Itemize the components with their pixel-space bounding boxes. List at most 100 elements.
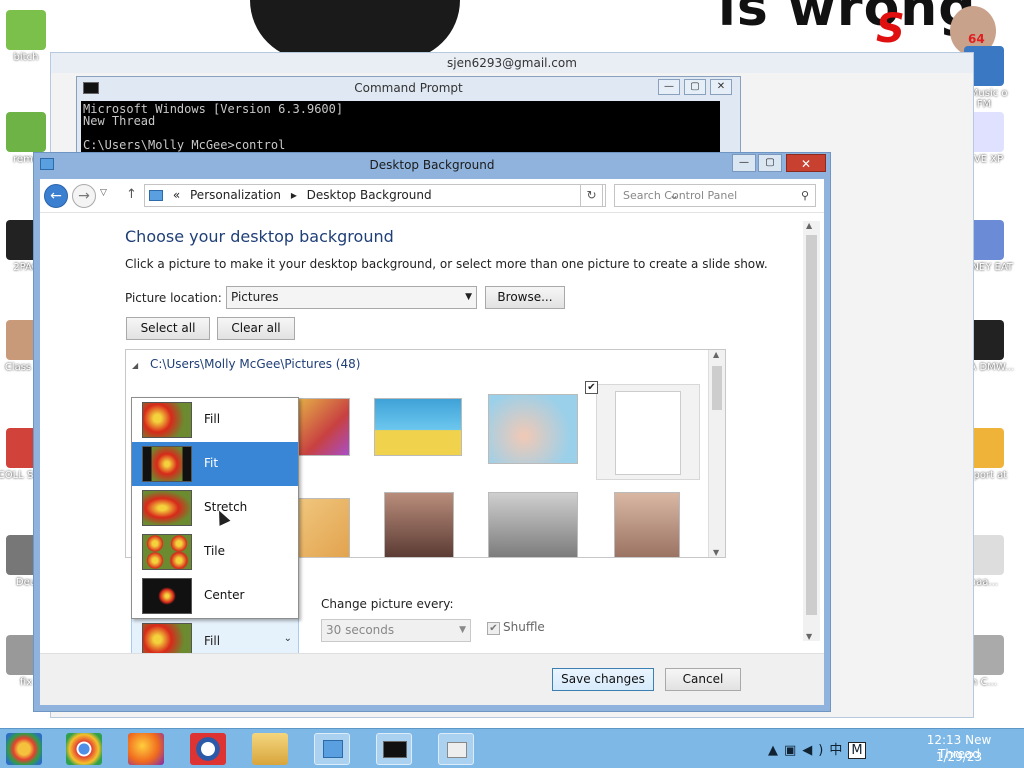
fill-preview-icon [142,402,192,438]
dialog-close-button[interactable]: ✕ [786,154,826,172]
desktop-background-window[interactable]: Desktop Background — ▢ ✕ ← → ▽ ↑ « Perso… [33,152,831,712]
change-interval-value: 30 seconds [326,623,395,637]
picture-location-value: Pictures [231,290,279,304]
picture-thumbnail-selected[interactable]: ✔ [585,381,700,480]
clear-all-button[interactable]: Clear all [217,317,295,340]
breadcrumb-personalization[interactable]: Personalization [190,188,281,202]
content-scrollbar[interactable]: ▲ ▼ [803,221,820,641]
cmd-close-button[interactable]: ✕ [710,79,732,95]
ime-mode-indicator[interactable]: M [848,742,866,759]
shortcut-icon [6,10,46,50]
collapse-triangle-icon[interactable]: ◢ [132,361,138,370]
chevron-down-icon: ▼ [465,292,472,302]
position-option-fill[interactable]: Fill [132,398,298,442]
scroll-up-arrow-icon[interactable]: ▲ [713,350,719,359]
navigation-bar: ← → ▽ ↑ « Personalization ▸ Desktop Back… [40,179,824,213]
picture-checkbox[interactable]: ✔ [585,381,598,394]
position-option-label: Fit [204,456,219,470]
breadcrumb-desktop-background[interactable]: Desktop Background [307,188,432,202]
control-panel-taskbar-icon[interactable] [314,733,350,765]
control-panel-icon [323,740,343,758]
position-option-fit[interactable]: Fit [132,442,298,526]
position-option-label: Stretch [204,500,248,514]
stretch-preview-icon [142,490,192,526]
input-language-indicator[interactable]: 中 [829,743,848,758]
page-description: Click a picture to make it your desktop … [125,257,768,271]
refresh-button[interactable]: ↻ [580,184,603,207]
cancel-button[interactable]: Cancel [665,668,741,691]
command-prompt-taskbar-icon[interactable] [376,733,412,765]
page-title: Choose your desktop background [125,227,394,246]
recent-pages-chevron-icon[interactable]: ▽ [100,188,107,198]
gallery-scroll-thumb[interactable] [712,366,722,410]
picture-location-label: Picture location: [125,291,222,305]
picture-position-value: Fill [204,634,221,648]
up-arrow-icon[interactable]: ↑ [126,187,137,202]
file-explorer-icon[interactable] [252,733,288,765]
wallpaper-logo: S [876,6,905,52]
picture-thumbnail[interactable] [294,398,350,456]
picture-location-select[interactable]: Pictures ▼ [226,286,477,309]
breadcrumb-separator-icon: ▸ [290,188,297,202]
position-option-label: Center [204,588,245,602]
change-interval-select[interactable]: 30 seconds ▼ [321,619,471,642]
chrome-icon[interactable] [66,733,102,765]
select-all-button[interactable]: Select all [126,317,210,340]
content-scroll-thumb[interactable] [806,235,817,615]
scroll-up-arrow-icon[interactable]: ▲ [806,221,812,230]
wallpaper-badge: 64 [968,32,985,46]
picture-thumbnail[interactable] [614,492,680,557]
cmd-line: Microsoft Windows [Version 6.3.9600] [83,102,344,116]
gallery-scrollbar[interactable]: ▲ ▼ [708,350,725,557]
scroll-down-arrow-icon[interactable]: ▼ [713,548,719,557]
search-input[interactable]: Search Control Panel ⚲ [614,184,816,207]
show-hidden-icons-chevron-icon[interactable]: ▲ [768,743,784,758]
picture-thumbnail[interactable] [384,492,454,557]
picture-preview [615,391,681,475]
shuffle-checkbox[interactable]: ✔ [487,622,500,635]
cmd-maximize-button[interactable]: ▢ [684,79,706,95]
notification-area[interactable]: ▲▣◀)中 M [768,739,866,759]
picture-thumbnail[interactable] [374,398,462,456]
cmd-line: New Thread [83,114,156,128]
dialog-title: Desktop Background [369,158,495,172]
position-option-center[interactable]: Center [132,574,298,618]
folder-group-header[interactable]: ◢ C:\Users\Molly McGee\Pictures (48) [132,357,360,371]
folder-path: C:\Users\Molly McGee\Pictures (48) [149,357,361,371]
back-button[interactable]: ← [44,184,68,208]
position-option-label: Fill [204,412,221,426]
search-placeholder: Search Control Panel [623,189,738,202]
shortcut-icon [6,112,46,152]
position-option-label: Tile [204,544,226,558]
address-overflow[interactable]: « [173,188,180,202]
dialog-titlebar[interactable]: Desktop Background — ▢ ✕ [34,153,830,177]
email-taskbar-icon[interactable] [438,733,474,765]
picture-thumbnail[interactable] [488,394,578,464]
campaign-logo-icon[interactable] [190,733,226,765]
cmd-minimize-button[interactable]: — [658,79,680,95]
position-option-tile[interactable]: Tile [132,530,298,574]
scroll-down-arrow-icon[interactable]: ▼ [806,632,812,641]
position-option-stretch[interactable]: Stretch [132,486,298,530]
clock-date[interactable]: 1/29/23 [904,750,1014,764]
search-icon[interactable]: ⚲ [801,185,809,206]
email-window-title: sjen6293@gmail.com [51,53,973,73]
picture-thumbnail[interactable] [488,492,578,557]
browse-button[interactable]: Browse... [485,286,565,309]
dialog-content: ← → ▽ ↑ « Personalization ▸ Desktop Back… [40,179,824,705]
save-changes-button[interactable]: Save changes [552,668,654,691]
forward-button[interactable]: → [72,184,96,208]
dialog-minimize-button[interactable]: — [732,154,756,172]
wallpaper-shape [250,0,460,60]
dialog-footer: Save changes Cancel [40,653,824,705]
volume-icon[interactable]: ◀) [802,743,829,758]
start-orb-icon[interactable] [6,733,42,765]
cmd-titlebar[interactable]: Command Prompt — ▢ ✕ [77,77,740,101]
picture-position-list[interactable]: Fill Fit Stretch Tile Center [131,397,299,619]
firefox-icon[interactable] [128,733,164,765]
wallpaper-headline: is wrong [718,0,977,38]
address-bar[interactable]: « Personalization ▸ Desktop Background ⌄ [144,184,679,207]
picture-thumbnail[interactable] [294,498,350,557]
network-icon[interactable]: ▣ [784,743,802,758]
dialog-maximize-button[interactable]: ▢ [758,154,782,172]
